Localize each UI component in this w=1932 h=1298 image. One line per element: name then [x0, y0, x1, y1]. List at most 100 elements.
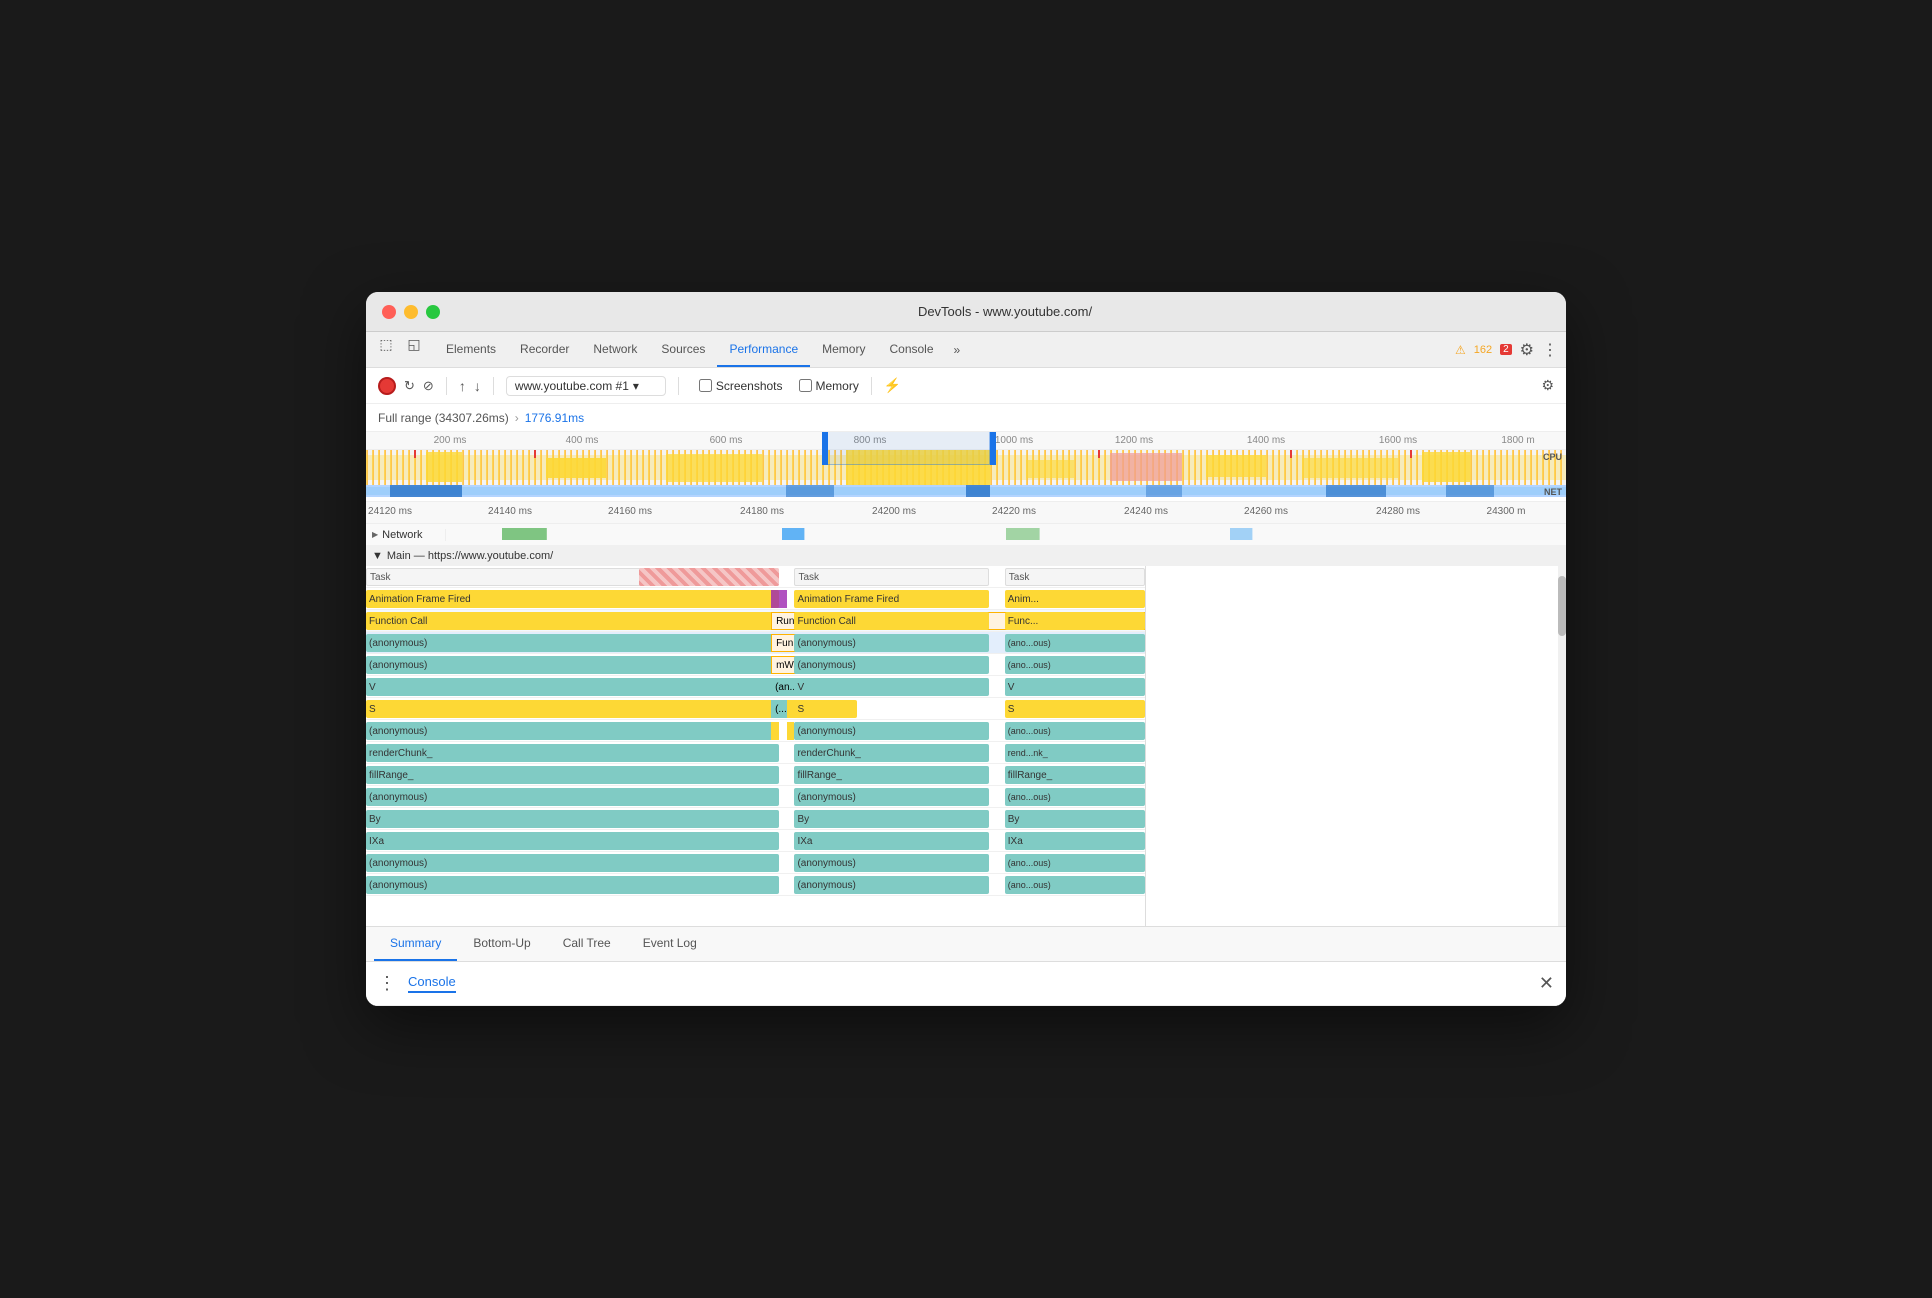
record-button[interactable]	[378, 377, 396, 395]
toolbar-divider4	[871, 377, 872, 395]
close-console-button[interactable]: ✕	[1539, 973, 1554, 994]
anon3-bar-1[interactable]: (anonymous)	[366, 722, 779, 740]
render-bar-1[interactable]: renderChunk_	[366, 744, 779, 762]
upload-icon[interactable]: ↑	[459, 378, 466, 394]
selected-range-label: 1776.91ms	[525, 411, 584, 425]
anon4-bar-2[interactable]: (anonymous)	[794, 788, 989, 806]
timeline-overview[interactable]: 200 ms 400 ms 600 ms 800 ms 1000 ms 1200…	[366, 432, 1566, 502]
s-bar-2[interactable]: S	[794, 700, 856, 718]
by-bar-2[interactable]: By	[794, 810, 989, 828]
tab-network[interactable]: Network	[581, 332, 649, 367]
func-bar-2[interactable]: Function Call	[794, 612, 989, 630]
anon4-bar-3[interactable]: (ano...ous)	[1005, 788, 1145, 806]
memory-checkbox[interactable]	[799, 379, 812, 392]
inspect-icon[interactable]: ◱	[402, 332, 426, 356]
anon6-bar-1[interactable]: (anonymous)	[366, 876, 779, 894]
tab-console[interactable]: Console	[877, 332, 945, 367]
anon6-bar-3[interactable]: (ano...ous)	[1005, 876, 1145, 894]
cpu-throttle-icon[interactable]: ⚡	[884, 377, 901, 394]
maximize-traffic-light[interactable]	[426, 305, 440, 319]
minimize-traffic-light[interactable]	[404, 305, 418, 319]
anon-bar-3[interactable]: (ano...ous)	[1005, 634, 1145, 652]
anon4-bar-1[interactable]: (anonymous)	[366, 788, 779, 806]
chevron-down-icon: ▾	[633, 379, 639, 393]
by-bar-1[interactable]: By	[366, 810, 779, 828]
anon3-bar-3[interactable]: (ano...ous)	[1005, 722, 1145, 740]
ixa-bar-1[interactable]: IXa	[366, 832, 779, 850]
anim-bar-2[interactable]: Animation Frame Fired	[794, 590, 989, 608]
task-bar-striped[interactable]	[639, 568, 779, 586]
ruler-24120ms: 24120 ms	[368, 506, 412, 517]
fill-bar-3[interactable]: fillRange_	[1005, 766, 1145, 784]
fill-bar-1[interactable]: fillRange_	[366, 766, 779, 784]
selection-handle-left[interactable]	[822, 432, 828, 465]
screenshots-label: Screenshots	[716, 379, 783, 393]
more-options-icon[interactable]: ⋮	[1542, 340, 1558, 360]
toolbar-divider3	[678, 377, 679, 395]
tab-memory[interactable]: Memory	[810, 332, 877, 367]
tab-call-tree[interactable]: Call Tree	[547, 927, 627, 961]
more-tabs-button[interactable]: »	[946, 332, 969, 367]
anon-row-2-left: (anonymous) mWa (anonymous) (ano...ous)	[366, 654, 1145, 676]
close-traffic-light[interactable]	[382, 305, 396, 319]
s-bar-1[interactable]: S	[366, 700, 779, 718]
full-range-label: Full range (34307.26ms)	[378, 411, 509, 425]
func-bar-3[interactable]: Func...	[1005, 612, 1145, 630]
ruler-800ms: 800 ms	[854, 435, 887, 446]
anon-bar-1[interactable]: (anonymous)	[366, 634, 779, 652]
anon-row-5-left: (anonymous) (anonymous) (ano...ous)	[366, 852, 1145, 874]
v-bar-3[interactable]: V	[1005, 678, 1145, 696]
by-bar-3[interactable]: By	[1005, 810, 1145, 828]
network-label[interactable]: ▶ Network	[366, 529, 446, 541]
anim-bar-1[interactable]: Animation Frame Fired	[366, 590, 779, 608]
screenshots-checkbox[interactable]	[699, 379, 712, 392]
tab-bottom-up[interactable]: Bottom-Up	[457, 927, 546, 961]
ixa-bar-3[interactable]: IXa	[1005, 832, 1145, 850]
ixa-bar-2[interactable]: IXa	[794, 832, 989, 850]
v-bar-1[interactable]: V	[366, 678, 779, 696]
anon-bar-2[interactable]: (anonymous)	[794, 634, 989, 652]
render-bar-2[interactable]: renderChunk_	[794, 744, 989, 762]
anon2-bar-1[interactable]: (anonymous)	[366, 656, 779, 674]
tab-elements[interactable]: Elements	[434, 332, 508, 367]
anon5-bar-3[interactable]: (ano...ous)	[1005, 854, 1145, 872]
tab-sources[interactable]: Sources	[649, 332, 717, 367]
download-icon[interactable]: ↓	[474, 378, 481, 394]
reload-button[interactable]: ↻	[404, 378, 415, 394]
anon2-bar-3[interactable]: (ano...ous)	[1005, 656, 1145, 674]
tab-recorder[interactable]: Recorder	[508, 332, 581, 367]
nav-right-icons: ⚠ 162 2 ⚙ ⋮	[1455, 332, 1558, 367]
s-bar-3[interactable]: S	[1005, 700, 1145, 718]
console-more-button[interactable]: ⋮	[378, 973, 396, 994]
tab-performance[interactable]: Performance	[717, 332, 810, 367]
func-bar-1[interactable]: Function Call	[366, 612, 779, 630]
anon2-bar-2[interactable]: (anonymous)	[794, 656, 989, 674]
anon-row-3-left: (anonymous) (anonymous) (ano...ous)	[366, 720, 1145, 742]
ruler-1400ms: 1400 ms	[1247, 435, 1285, 446]
fill-bar-2[interactable]: fillRange_	[794, 766, 989, 784]
anon5-bar-2[interactable]: (anonymous)	[794, 854, 989, 872]
url-selector[interactable]: www.youtube.com #1 ▾	[506, 376, 666, 396]
capture-settings-icon[interactable]: ⚙	[1541, 377, 1554, 394]
console-tab[interactable]: Console	[408, 974, 456, 993]
network-expand-arrow[interactable]: ▶	[372, 530, 378, 539]
anim-row-left: Animation Frame Fired Animation Frame Fi…	[366, 588, 1145, 610]
main-expand-arrow[interactable]: ▼	[372, 550, 383, 562]
tab-summary[interactable]: Summary	[374, 927, 457, 961]
flame-chart-left: Task Task Task Animation Frame Fired Ani…	[366, 566, 1146, 926]
clear-button[interactable]: ⊘	[423, 378, 434, 394]
task-bar-2[interactable]: Task	[794, 568, 989, 586]
render-bar-3[interactable]: rend...nk_	[1005, 744, 1145, 762]
scrollbar-thumb[interactable]	[1558, 576, 1566, 636]
settings-icon[interactable]: ⚙	[1520, 340, 1534, 360]
tab-event-log[interactable]: Event Log	[627, 927, 713, 961]
selection-handle-right[interactable]	[990, 432, 996, 465]
anon6-bar-2[interactable]: (anonymous)	[794, 876, 989, 894]
v-bar-2[interactable]: V	[794, 678, 989, 696]
anon5-bar-1[interactable]: (anonymous)	[366, 854, 779, 872]
pointer-icon[interactable]: ⬚	[374, 332, 398, 356]
timeline-scrollbar[interactable]	[1558, 566, 1566, 926]
anim-bar-3[interactable]: Anim...	[1005, 590, 1145, 608]
task-bar-3[interactable]: Task	[1005, 568, 1145, 586]
anon3-bar-2[interactable]: (anonymous)	[794, 722, 989, 740]
